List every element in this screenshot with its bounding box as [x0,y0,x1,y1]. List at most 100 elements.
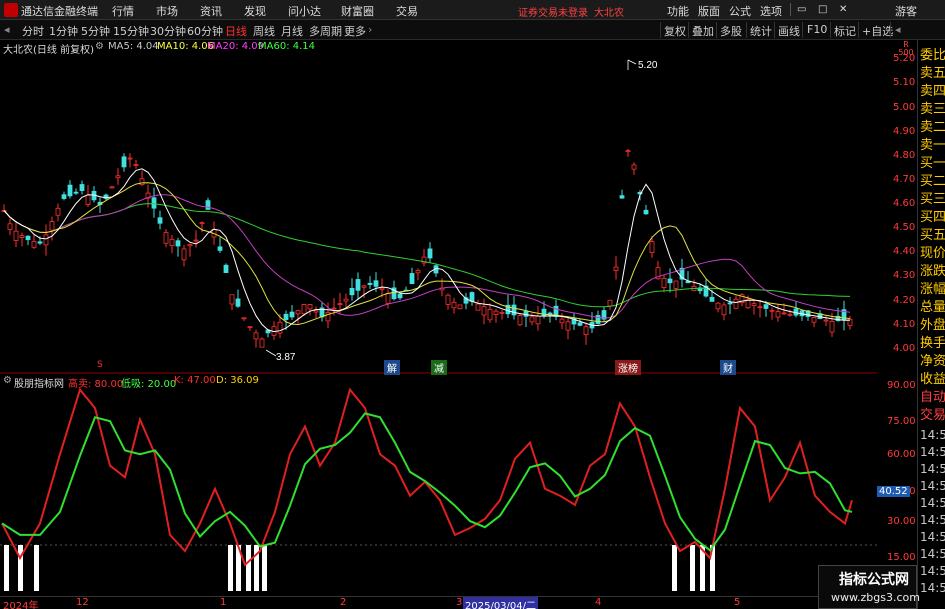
side-time: 14:56 [920,547,945,561]
indicator-value-tag: 40.52 [877,486,910,497]
candle-body [49,221,55,231]
menu-discover[interactable]: 发现 [244,3,266,19]
side-item-trade[interactable]: 交易 [918,407,945,425]
marker-unlock[interactable]: 解 [384,360,400,375]
btn-mark[interactable]: 标记 [834,23,856,39]
candle-body [355,279,361,291]
marker-finance[interactable]: 财 [720,360,736,375]
candle-body [127,157,133,160]
toolbar-scroll-icon[interactable]: ◂ [4,23,10,36]
price-chart-canvas[interactable]: 5.20 3.87 [0,40,877,596]
side-time: 14:56 [920,496,945,510]
candle-body [187,244,193,247]
candle-body [493,310,499,315]
side-item[interactable]: 卖二 [918,119,945,137]
period-60min[interactable]: 60分钟 [187,23,223,39]
period-15min[interactable]: 15分钟 [113,23,149,39]
candle-body [763,304,769,309]
chevron-right-icon[interactable]: › [368,23,372,36]
menu-trade[interactable]: 交易 [396,3,418,19]
menu-functions[interactable]: 功能 [667,3,689,19]
price-tick: 4.10 [893,319,916,330]
side-item[interactable]: 外盘 [918,317,945,335]
side-item[interactable]: 总量 [918,299,945,317]
candle-body [709,296,715,302]
candle-body [73,191,79,194]
side-item[interactable]: 净资 [918,353,945,371]
side-item[interactable]: 卖四 [918,83,945,101]
chevron-left-icon[interactable]: ◂ [895,23,901,36]
btn-restore-right[interactable]: 复权 [664,23,686,39]
side-time: 14:56 [920,462,945,476]
marker-top-gainers[interactable]: 涨榜 [615,360,641,375]
side-item[interactable]: 涨跌 [918,263,945,281]
period-more[interactable]: 更多 [344,23,366,39]
side-item[interactable]: 买二 [918,173,945,191]
menu-formula[interactable]: 公式 [729,3,751,19]
param-high-sell: 高卖: 80.00 [68,379,124,390]
period-intraday[interactable]: 分时 [22,23,44,39]
menu-quotes[interactable]: 行情 [112,3,134,19]
month-tick: 12 [76,597,89,608]
side-item[interactable]: 买五 [918,227,945,245]
candle-body [829,320,835,333]
guest-label[interactable]: 游客 [895,3,917,19]
candle-body [283,313,289,320]
btn-add-watchlist[interactable]: +自选 [862,23,893,39]
toolbar-divider [774,22,775,38]
window-min-icon[interactable]: ▭ [797,4,806,15]
candle-body [643,209,649,215]
side-item[interactable]: 买一 [918,155,945,173]
period-1min[interactable]: 1分钟 [49,23,78,39]
side-item[interactable]: 委比 [918,47,945,65]
side-item[interactable]: 收益 [918,371,945,389]
menu-market[interactable]: 市场 [156,3,178,19]
indicator-tick: 15.00 [887,552,916,563]
side-item[interactable]: 卖三 [918,101,945,119]
btn-overlay[interactable]: 叠加 [692,23,714,39]
period-5min[interactable]: 5分钟 [81,23,110,39]
period-30min[interactable]: 30分钟 [150,23,186,39]
candle-body [241,317,247,320]
price-tick: 5.10 [893,77,916,88]
marker-reduce[interactable]: 减 [431,360,447,375]
menu-ask[interactable]: 问小达 [288,3,321,19]
side-item[interactable]: 买三 [918,191,945,209]
window-close-icon[interactable]: ✕ [839,4,847,15]
side-item[interactable]: 涨幅 [918,281,945,299]
candle-body [499,312,505,314]
btn-multi-stock[interactable]: 多股 [720,23,742,39]
side-item[interactable]: 换手 [918,335,945,353]
side-item[interactable]: 买四 [918,209,945,227]
candle-body [163,232,169,244]
btn-stats[interactable]: 统计 [750,23,772,39]
period-monthly[interactable]: 月线 [281,23,303,39]
candle-body [361,285,367,288]
btn-f10[interactable]: F10 [807,23,827,36]
candle-body [613,266,619,271]
indicator-gear-icon[interactable]: ⚙ [3,375,12,386]
side-item-auto[interactable]: 自动 [918,389,945,407]
window-max-icon[interactable]: □ [818,4,827,15]
signal-bar [690,545,695,591]
login-warning[interactable]: 证券交易未登录 [518,4,588,19]
period-multi[interactable]: 多周期 [309,23,342,39]
btn-draw[interactable]: 画线 [778,23,800,39]
price-tick: 4.30 [893,270,916,281]
menu-options[interactable]: 选项 [760,3,782,19]
side-item[interactable]: 卖一 [918,137,945,155]
candle-body [235,298,241,307]
settings-gear-icon[interactable]: ⚙ [95,41,104,52]
candle-body [661,277,667,288]
candle-body [631,164,637,170]
candle-body [121,156,127,168]
period-daily[interactable]: 日线 [225,23,247,39]
menu-layout[interactable]: 版面 [698,3,720,19]
side-item[interactable]: 卖五 [918,65,945,83]
menu-news[interactable]: 资讯 [200,3,222,19]
period-weekly[interactable]: 周线 [253,23,275,39]
candle-body [757,306,763,309]
side-item[interactable]: 现价 [918,245,945,263]
candle-body [61,194,67,199]
menu-wealth[interactable]: 财富圈 [341,3,374,19]
